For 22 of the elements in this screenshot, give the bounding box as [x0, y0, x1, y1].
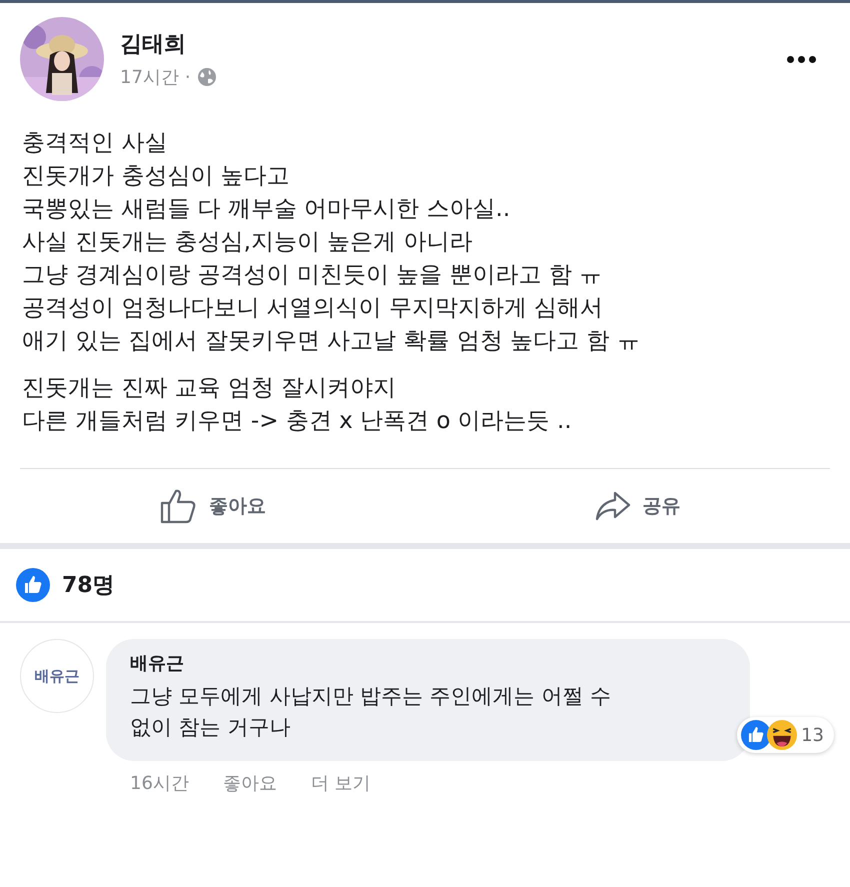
more-link[interactable]: 더 보기: [310, 771, 371, 795]
globe-icon: [196, 67, 217, 87]
post-text: 진돗개는 진짜 교육 엄청 잘시켜야지 다른 개들처럼 키우면 -> 충견 x 난폭견 o 이라는듯 ..: [22, 374, 573, 436]
separator-dot: ·: [184, 66, 191, 88]
reaction-summary[interactable]: 13: [737, 717, 834, 753]
post-text: 충격적인 사실 진돗개가 충성심이 높다고 국뽕있는 새럼들 다 깨부술 어마무시한 스아실.. 사실 진돗개는 충성심,지능이 높은게 아니라 그냥 경계심이랑 공격성이 미친듯이 높을 뿐이라고 함 ㅠ 공격성이 엄청나다보니 서열의식이 무지막지하게 심해서 애기 있는 집에서 잘못키우면 사고날 확률 엄청 높다고 함 ㅠ: [22, 129, 641, 356]
like-count[interactable]: 78명: [62, 570, 115, 600]
share-arrow-icon: [594, 490, 630, 522]
like-reaction-icon: [741, 720, 772, 750]
like-link[interactable]: 좋아요: [222, 771, 277, 795]
post-time[interactable]: 17시간: [120, 65, 179, 89]
author-name[interactable]: 김태희: [120, 29, 765, 59]
comment-time: 16시간: [130, 772, 189, 795]
comment-text: 그냥 모두에게 사납지만 밥주는 주인에게는 어쩔 수 없이 참는 거구나: [130, 683, 612, 741]
thumbs-up-icon: [159, 487, 197, 525]
commenter-avatar[interactable]: 배유근: [20, 639, 94, 713]
like-button[interactable]: 좋아요: [0, 479, 425, 533]
like-reaction-icon: [16, 568, 50, 602]
reaction-count: 13: [801, 724, 824, 746]
share-button[interactable]: 공유: [425, 482, 850, 530]
commenter-name[interactable]: 배유근: [130, 651, 726, 675]
laughing-face-icon: [767, 720, 798, 750]
